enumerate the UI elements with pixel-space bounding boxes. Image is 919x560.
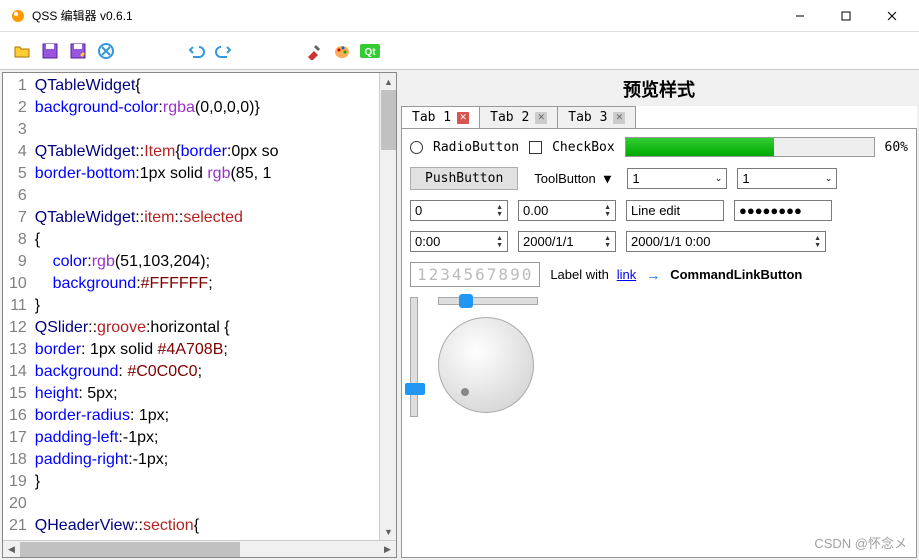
scroll-left-icon[interactable]: ◀ bbox=[3, 541, 20, 558]
editor-pane: 123456789101112131415161718192021 QTable… bbox=[2, 72, 397, 558]
saveas-icon[interactable] bbox=[66, 39, 90, 63]
open-icon[interactable] bbox=[10, 39, 34, 63]
titlebar: QSS 编辑器 v0.6.1 bbox=[0, 0, 919, 32]
combobox-2[interactable]: 1⌄ bbox=[737, 168, 837, 189]
dial[interactable] bbox=[438, 317, 534, 413]
preview-pane: 预览样式 Tab 1 ✕Tab 2 ✕Tab 3 ✕ RadioButton C… bbox=[401, 72, 917, 558]
svg-text:Qt: Qt bbox=[364, 47, 376, 58]
tab[interactable]: Tab 1 ✕ bbox=[401, 106, 480, 128]
window-title: QSS 编辑器 v0.6.1 bbox=[32, 7, 777, 24]
checkbox-label: CheckBox bbox=[552, 140, 615, 155]
tools-icon[interactable] bbox=[302, 39, 326, 63]
close-button[interactable] bbox=[869, 1, 915, 31]
lcd-number: 1234567890 bbox=[410, 262, 540, 287]
toolbar: Qt bbox=[0, 32, 919, 70]
progress-bar bbox=[625, 137, 875, 157]
scroll-thumb[interactable] bbox=[381, 90, 396, 150]
radio-label: RadioButton bbox=[433, 140, 519, 155]
tab-content: RadioButton CheckBox 60% PushButton Tool… bbox=[401, 129, 917, 558]
tab[interactable]: Tab 2 ✕ bbox=[479, 106, 558, 128]
time-edit[interactable]: 0:00▲▼ bbox=[410, 231, 508, 252]
maximize-button[interactable] bbox=[823, 1, 869, 31]
tool-button[interactable]: ToolButton ▼ bbox=[528, 168, 617, 190]
date-edit[interactable]: 2000/1/1▲▼ bbox=[518, 231, 616, 252]
close-tab-icon[interactable]: ✕ bbox=[535, 112, 547, 124]
checkbox[interactable] bbox=[529, 141, 542, 154]
code-editor[interactable]: QTableWidget{background-color:rgba(0,0,0… bbox=[33, 73, 281, 540]
command-link-button[interactable]: CommandLinkButton bbox=[670, 267, 802, 282]
label-text: Label with link bbox=[550, 267, 636, 283]
watermark: CSDN @怀念メ bbox=[814, 533, 907, 552]
vertical-scrollbar[interactable]: ▲ ▼ bbox=[379, 73, 396, 540]
undo-icon[interactable] bbox=[184, 39, 208, 63]
spinbox-double[interactable]: 0.00▲▼ bbox=[518, 200, 616, 221]
push-button[interactable]: PushButton bbox=[410, 167, 518, 190]
qt-icon[interactable]: Qt bbox=[358, 39, 382, 63]
horizontal-scrollbar[interactable]: ◀ ▶ bbox=[3, 540, 396, 557]
delete-icon[interactable] bbox=[94, 39, 118, 63]
scroll-down-icon[interactable]: ▼ bbox=[380, 523, 397, 540]
tab[interactable]: Tab 3 ✕ bbox=[557, 106, 636, 128]
redo-icon[interactable] bbox=[212, 39, 236, 63]
save-icon[interactable] bbox=[38, 39, 62, 63]
preview-title: 预览样式 bbox=[401, 72, 917, 106]
horizontal-slider[interactable] bbox=[438, 297, 538, 305]
arrow-icon: → bbox=[646, 267, 660, 283]
close-tab-icon[interactable]: ✕ bbox=[613, 112, 625, 124]
close-tab-icon[interactable]: ✕ bbox=[457, 112, 469, 124]
datetime-edit[interactable]: 2000/1/1 0:00▲▼ bbox=[626, 231, 826, 252]
combobox-1[interactable]: 1⌄ bbox=[627, 168, 727, 189]
spinbox-int[interactable]: 0▲▼ bbox=[410, 200, 508, 221]
minimize-button[interactable] bbox=[777, 1, 823, 31]
scroll-right-icon[interactable]: ▶ bbox=[379, 541, 396, 558]
progress-text: 60% bbox=[885, 140, 908, 155]
line-gutter: 123456789101112131415161718192021 bbox=[3, 73, 33, 540]
line-edit[interactable]: Line edit bbox=[626, 200, 724, 221]
palette-icon[interactable] bbox=[330, 39, 354, 63]
radio-button[interactable] bbox=[410, 141, 423, 154]
scroll-up-icon[interactable]: ▲ bbox=[380, 73, 397, 90]
vertical-slider[interactable] bbox=[410, 297, 418, 417]
scroll-thumb[interactable] bbox=[20, 542, 240, 557]
password-edit[interactable]: ●●●●●●●● bbox=[734, 200, 832, 221]
app-icon bbox=[10, 8, 26, 24]
tab-bar: Tab 1 ✕Tab 2 ✕Tab 3 ✕ bbox=[401, 106, 917, 129]
link[interactable]: link bbox=[617, 267, 637, 282]
